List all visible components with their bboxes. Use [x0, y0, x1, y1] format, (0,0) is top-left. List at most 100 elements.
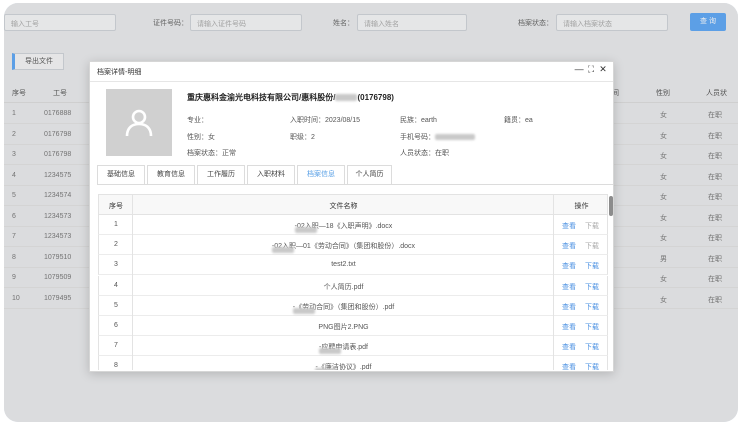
phone-field: 手机号码：: [400, 132, 475, 142]
file-row: 4 个人简历.pdf 查看 下载: [98, 275, 608, 296]
gender-field: 性别：女: [187, 132, 215, 142]
file-row-no: 6: [114, 322, 118, 329]
maximize-icon[interactable]: ⛶: [586, 64, 596, 75]
file-row: 3 test2.txt 查看 下载: [98, 255, 608, 276]
file-row: 5 -《劳动合同》（集团和股份）.pdf 查看 下载: [98, 295, 608, 316]
tab-2[interactable]: 工作履历: [197, 165, 245, 185]
view-link[interactable]: 查看: [562, 322, 576, 332]
rank-field: 职级：2: [290, 132, 315, 142]
redacted-name: [292, 307, 315, 314]
file-name: -02入职—18《入职声明》.docx: [133, 221, 554, 233]
redacted-name: [335, 94, 358, 102]
file-name: 个人简历.pdf: [133, 282, 554, 292]
modal-controls: — ⛶ ✕: [574, 64, 608, 75]
download-link[interactable]: 下载: [585, 221, 599, 231]
archive-status-label-modal: 档案状态：: [187, 150, 222, 157]
column-divider: [132, 194, 133, 370]
file-name-text: 个人简历.pdf: [323, 283, 364, 291]
person-status-label: 人员状态：: [400, 150, 435, 157]
hire-date-label: 入职时间：: [290, 117, 325, 124]
download-link[interactable]: 下载: [585, 342, 599, 352]
file-row-no: 2: [114, 241, 118, 249]
modal-title: 档案详情-明细: [97, 69, 142, 76]
download-link[interactable]: 下载: [585, 241, 599, 251]
file-name-text: test2.txt: [331, 261, 356, 269]
view-link[interactable]: 查看: [562, 362, 576, 370]
file-name: -《劳动合同》（集团和股份）.pdf: [133, 302, 554, 314]
tab-3[interactable]: 入职材料: [247, 165, 295, 185]
archive-status-value: 正常: [222, 150, 236, 157]
view-link[interactable]: 查看: [562, 282, 576, 292]
company-path: 重庆惠科金渝光电科技有限公司/惠科股份/: [187, 93, 336, 102]
download-link[interactable]: 下载: [585, 362, 599, 370]
file-row-no: 3: [114, 261, 118, 269]
header-file-name: 文件名称: [329, 203, 358, 210]
file-row: 2 -02入职—01《劳动合同》（集团和股份）.docx 查看 下载: [98, 235, 608, 256]
gender-label: 性别：: [187, 134, 208, 141]
view-link[interactable]: 查看: [562, 221, 576, 231]
header-operations: 操作: [574, 203, 589, 210]
major-label: 专业：: [187, 117, 208, 124]
avatar: [106, 89, 172, 156]
file-name: test2.txt: [133, 261, 554, 268]
archive-status-field: 档案状态：正常: [187, 148, 236, 158]
file-table-header: 序号 文件名称 操作: [98, 194, 608, 215]
tab-1[interactable]: 教育信息: [147, 165, 195, 185]
download-link[interactable]: 下载: [585, 261, 599, 271]
download-link[interactable]: 下载: [585, 322, 599, 332]
header-no: 序号: [109, 203, 123, 210]
phone-label: 手机号码：: [400, 134, 435, 141]
person-status-field: 人员状态：在职: [400, 148, 449, 158]
tab-0[interactable]: 基础信息: [97, 165, 145, 185]
person-status-value: 在职: [435, 150, 449, 157]
file-row: 6 PNG图片2.PNG 查看 下载: [98, 316, 608, 336]
rank-value: 2: [311, 134, 315, 141]
file-name-text: PNG图片2.PNG: [318, 324, 369, 331]
redacted-name: [294, 227, 317, 233]
redacted-phone: [435, 134, 475, 141]
view-link[interactable]: 查看: [562, 241, 576, 251]
archive-detail-modal: 档案详情-明细 — ⛶ ✕ 重庆惠科金渝光电科技有限公司/惠科股份/ (01767…: [89, 61, 614, 372]
tab-5[interactable]: 个人简历: [347, 165, 392, 185]
view-link[interactable]: 查看: [562, 302, 576, 312]
file-row-no: 4: [114, 281, 118, 289]
title-divider: [90, 81, 613, 82]
minimize-icon[interactable]: —: [574, 64, 584, 74]
tab-divider: [97, 184, 613, 185]
file-name: -《廉洁协议》.pdf: [133, 362, 554, 370]
employee-code: (0176798): [357, 93, 394, 102]
file-name: -02入职—01《劳动合同》（集团和股份）.docx: [133, 241, 554, 254]
origin-value: ea: [525, 117, 533, 124]
ethnicity-field: 民族：earth: [400, 115, 437, 125]
gender-value: 女: [208, 134, 215, 141]
major-field: 专业：: [187, 115, 208, 125]
column-divider: [553, 194, 554, 370]
redacted-name: [271, 247, 294, 254]
table-scrollbar[interactable]: [609, 196, 613, 216]
archive-file-table: 序号 文件名称 操作 1 -02入职—18《入职声明》.docx 查看 下载 2 -02入…: [98, 194, 608, 370]
origin-label: 籍贯：: [504, 117, 525, 124]
file-row-no: 7: [114, 342, 118, 350]
screenshot-frame: 输入工号 证件号码： 请输入证件号码 姓名： 请输入姓名 档案状态： 请输入档案…: [4, 3, 738, 422]
origin-field: 籍贯：ea: [504, 115, 533, 125]
download-link[interactable]: 下载: [585, 282, 599, 292]
close-icon[interactable]: ✕: [598, 64, 608, 75]
redacted-name: [315, 368, 338, 370]
ethnicity-label: 民族：: [400, 117, 421, 124]
user-silhouette-icon: [125, 109, 153, 137]
file-row-no: 1: [114, 221, 118, 228]
view-link[interactable]: 查看: [562, 342, 576, 352]
rank-label: 职级：: [290, 134, 311, 141]
tab-4[interactable]: 档案信息: [297, 165, 345, 185]
hire-date-field: 入职时间：2023/08/15: [290, 115, 360, 125]
file-row: 7 -应聘申请表.pdf 查看 下载: [98, 336, 608, 357]
file-row: 8 -《廉洁协议》.pdf 查看 下载: [98, 356, 608, 370]
view-link[interactable]: 查看: [562, 261, 576, 271]
file-row-no: 5: [114, 301, 118, 309]
redacted-name: [318, 348, 341, 355]
file-name: PNG图片2.PNG: [133, 322, 554, 332]
download-link[interactable]: 下载: [585, 302, 599, 312]
company-name: 重庆惠科金渝光电科技有限公司/惠科股份/ (0176798): [187, 92, 394, 103]
hire-date-value: 2023/08/15: [325, 117, 361, 124]
file-name: -应聘申请表.pdf: [133, 342, 554, 355]
